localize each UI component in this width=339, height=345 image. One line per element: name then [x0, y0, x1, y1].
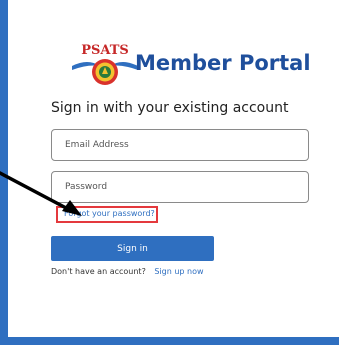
svg-text:PSATS: PSATS: [81, 43, 129, 58]
signin-heading: Sign in with your existing account: [51, 100, 289, 116]
signup-row: Don't have an account? Sign up now: [51, 267, 204, 276]
portal-title: Member Portal: [135, 51, 311, 75]
psats-logo: PSATS: [70, 40, 140, 88]
no-account-text: Don't have an account?: [51, 267, 146, 276]
email-field[interactable]: [51, 129, 309, 161]
forgot-password-link[interactable]: Forgot your password?: [64, 209, 155, 218]
window-frame-left: [0, 0, 8, 345]
window-frame-bottom: [0, 337, 339, 345]
password-field[interactable]: [51, 171, 309, 203]
brand-header: PSATS Member Portal: [70, 40, 311, 90]
sign-up-link[interactable]: Sign up now: [154, 267, 203, 276]
sign-in-button[interactable]: Sign in: [51, 236, 214, 261]
